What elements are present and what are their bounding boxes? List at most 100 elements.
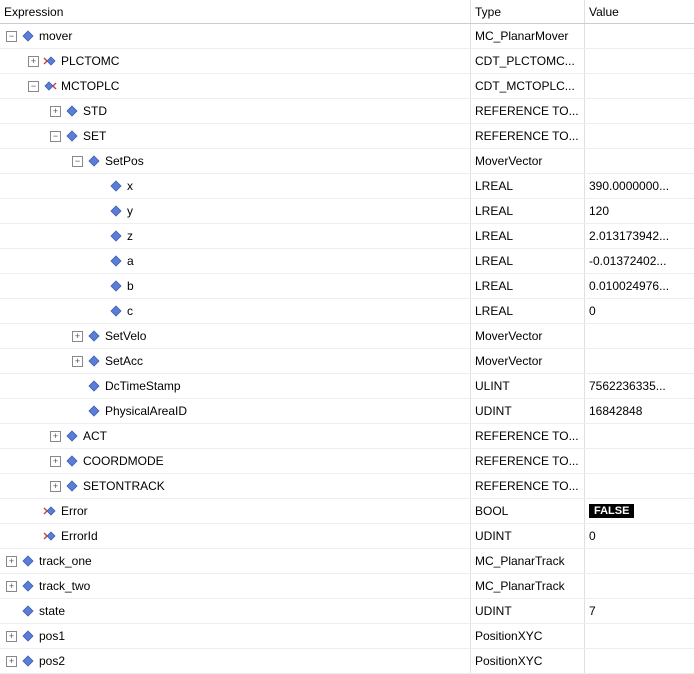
collapse-icon[interactable]: −: [72, 156, 83, 167]
expression-cell: +pos2: [0, 649, 470, 673]
expand-icon[interactable]: +: [72, 331, 83, 342]
type-cell: BOOL: [470, 499, 584, 523]
expression-cell: ErrorId: [0, 524, 470, 548]
value-cell: [584, 74, 694, 98]
collapse-icon[interactable]: −: [6, 31, 17, 42]
row-name: pos1: [39, 629, 65, 643]
toggle-spacer: [94, 281, 105, 292]
struct-diamond-icon: [21, 29, 35, 43]
struct-diamond-icon: [21, 629, 35, 643]
table-row[interactable]: +SetAccMoverVector: [0, 349, 694, 374]
value-cell: [584, 574, 694, 598]
table-row[interactable]: +pos2PositionXYC: [0, 649, 694, 674]
struct-diamond-icon: [87, 329, 101, 343]
table-row[interactable]: xLREAL390.0000000...: [0, 174, 694, 199]
expression-cell: z: [0, 224, 470, 248]
table-row[interactable]: PhysicalAreaIDUDINT16842848: [0, 399, 694, 424]
type-cell: MC_PlanarTrack: [470, 574, 584, 598]
expand-icon[interactable]: +: [6, 631, 17, 642]
value-cell: [584, 24, 694, 48]
table-row[interactable]: +PLCTOMCCDT_PLCTOMC...: [0, 49, 694, 74]
table-row[interactable]: +SetVeloMoverVector: [0, 324, 694, 349]
collapse-icon[interactable]: −: [28, 81, 39, 92]
type-cell: CDT_MCTOPLC...: [470, 74, 584, 98]
expand-icon[interactable]: +: [6, 656, 17, 667]
expression-cell: +STD: [0, 99, 470, 123]
row-name: y: [127, 204, 133, 218]
value-cell: [584, 549, 694, 573]
toggle-spacer: [94, 206, 105, 217]
type-cell: UDINT: [470, 599, 584, 623]
expand-icon[interactable]: +: [50, 456, 61, 467]
type-cell: ULINT: [470, 374, 584, 398]
expression-cell: +SetVelo: [0, 324, 470, 348]
type-cell: REFERENCE TO...: [470, 99, 584, 123]
value-cell: [584, 49, 694, 73]
table-row[interactable]: −moverMC_PlanarMover: [0, 24, 694, 49]
expand-icon[interactable]: +: [50, 106, 61, 117]
table-row[interactable]: stateUDINT7: [0, 599, 694, 624]
table-row[interactable]: +pos1PositionXYC: [0, 624, 694, 649]
header-value[interactable]: Value: [584, 0, 694, 23]
table-row[interactable]: +track_oneMC_PlanarTrack: [0, 549, 694, 574]
struct-diamond-icon: [87, 354, 101, 368]
header-type[interactable]: Type: [470, 0, 584, 23]
scalar-diamond-icon: [109, 179, 123, 193]
table-row[interactable]: yLREAL120: [0, 199, 694, 224]
toggle-spacer: [72, 381, 83, 392]
value-cell: [584, 99, 694, 123]
type-cell: MoverVector: [470, 324, 584, 348]
table-row[interactable]: +SETONTRACKREFERENCE TO...: [0, 474, 694, 499]
type-cell: LREAL: [470, 249, 584, 273]
expand-icon[interactable]: +: [50, 481, 61, 492]
row-name: ErrorId: [61, 529, 98, 543]
value-cell: 16842848: [584, 399, 694, 423]
expand-icon[interactable]: +: [6, 556, 17, 567]
type-cell: LREAL: [470, 274, 584, 298]
type-cell: REFERENCE TO...: [470, 474, 584, 498]
table-row[interactable]: +track_twoMC_PlanarTrack: [0, 574, 694, 599]
type-cell: MC_PlanarTrack: [470, 549, 584, 573]
struct-diamond-icon: [21, 654, 35, 668]
row-name: MCTOPLC: [61, 79, 119, 93]
watch-grid: Expression Type Value −moverMC_PlanarMov…: [0, 0, 694, 674]
table-row[interactable]: ErrorIdUDINT0: [0, 524, 694, 549]
table-row[interactable]: bLREAL0.010024976...: [0, 274, 694, 299]
expand-icon[interactable]: +: [28, 56, 39, 67]
io-in-icon: [43, 79, 57, 93]
table-row[interactable]: +COORDMODEREFERENCE TO...: [0, 449, 694, 474]
expression-cell: +COORDMODE: [0, 449, 470, 473]
row-name: x: [127, 179, 133, 193]
expression-cell: state: [0, 599, 470, 623]
expand-icon[interactable]: +: [72, 356, 83, 367]
table-row[interactable]: +STDREFERENCE TO...: [0, 99, 694, 124]
row-name: SetPos: [105, 154, 144, 168]
struct-diamond-icon: [65, 454, 79, 468]
expression-cell: −SET: [0, 124, 470, 148]
table-row[interactable]: zLREAL2.013173942...: [0, 224, 694, 249]
type-cell: UDINT: [470, 399, 584, 423]
table-row[interactable]: cLREAL0: [0, 299, 694, 324]
collapse-icon[interactable]: −: [50, 131, 61, 142]
table-row[interactable]: −SETREFERENCE TO...: [0, 124, 694, 149]
value-cell: [584, 649, 694, 673]
header-expression[interactable]: Expression: [0, 0, 470, 23]
value-cell: 7: [584, 599, 694, 623]
expand-icon[interactable]: +: [6, 581, 17, 592]
scalar-diamond-icon: [109, 304, 123, 318]
table-row[interactable]: ErrorBOOLFALSE: [0, 499, 694, 524]
table-row[interactable]: aLREAL-0.01372402...: [0, 249, 694, 274]
table-row[interactable]: − MCTOPLC CDT_MCTOPLC...: [0, 74, 694, 99]
table-row[interactable]: −SetPosMoverVector: [0, 149, 694, 174]
struct-diamond-icon: [65, 479, 79, 493]
expression-cell: +SETONTRACK: [0, 474, 470, 498]
expression-cell: +SetAcc: [0, 349, 470, 373]
table-row[interactable]: DcTimeStampULINT7562236335...: [0, 374, 694, 399]
type-cell: REFERENCE TO...: [470, 124, 584, 148]
toggle-spacer: [94, 231, 105, 242]
value-cell: 7562236335...: [584, 374, 694, 398]
value-cell: [584, 149, 694, 173]
table-row[interactable]: +ACTREFERENCE TO...: [0, 424, 694, 449]
expand-icon[interactable]: +: [50, 431, 61, 442]
scalar-diamond-icon: [109, 204, 123, 218]
